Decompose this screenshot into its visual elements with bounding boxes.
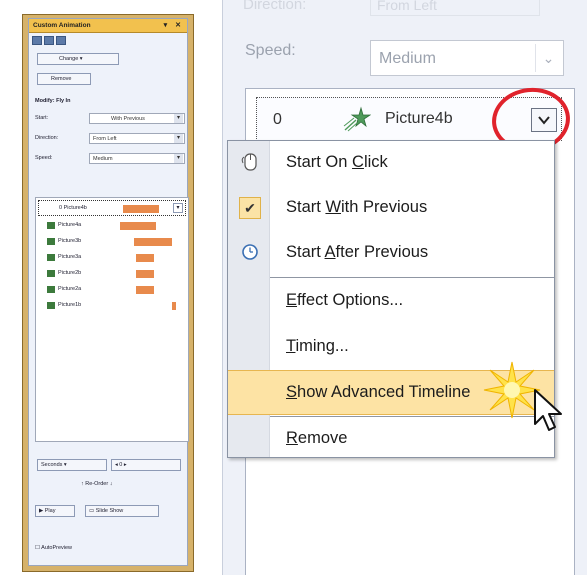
entrance-effect-star-icon — [343, 106, 371, 132]
play-label: Play — [44, 508, 56, 514]
menu-item-label: Remove — [286, 429, 348, 447]
timeline-bar — [136, 270, 154, 278]
seconds-dropdown[interactable]: Seconds ▾ — [37, 459, 107, 471]
forward-icon[interactable] — [44, 36, 54, 45]
list-item-label: Picture4a — [58, 222, 82, 228]
menu-item-remove[interactable]: Remove — [228, 417, 554, 462]
play-button[interactable]: ▶ Play — [35, 505, 75, 517]
timeline-zoom-control[interactable]: ◂ 0 ▸ — [111, 459, 181, 471]
slide-show-label: Slide Show — [95, 508, 124, 514]
checkmark-icon: ✔ — [239, 197, 261, 219]
list-item[interactable]: Picture1b — [36, 298, 188, 314]
pane-close-icon[interactable]: ▾ ✕ — [164, 21, 184, 29]
modify-heading: Modify: Fly In — [35, 98, 71, 104]
list-item-label: Picture3a — [58, 254, 82, 260]
timeline-bar — [136, 286, 154, 294]
start-select[interactable]: With Previous — [89, 113, 185, 124]
animation-list-small: 0 Picture4b ▾ Picture4a Picture3b Pictur… — [35, 197, 189, 442]
pane-toolbar — [29, 33, 187, 47]
menu-item-label: Timing... — [286, 337, 349, 355]
list-item[interactable]: 0 Picture4b ▾ — [38, 200, 186, 216]
item-order-number: 0 — [273, 111, 282, 128]
speed-select-small[interactable]: Medium — [89, 153, 185, 164]
slideshow-icon: ▭ — [89, 508, 95, 514]
picture-icon — [47, 238, 55, 245]
direction-select-faded[interactable]: From Left — [370, 0, 540, 16]
timeline-bar — [136, 254, 154, 262]
autopreview-label: AutoPreview — [41, 545, 73, 551]
speed-value: Medium — [379, 50, 436, 67]
picture-icon — [47, 302, 55, 309]
reorder-up-icon[interactable]: ↑ — [81, 481, 84, 487]
play-icon: ▶ — [39, 508, 44, 514]
speed-label: Speed: — [245, 42, 296, 59]
change-button[interactable]: Change ▾ — [37, 53, 119, 65]
item-name: Picture4b — [385, 110, 453, 127]
picture-icon — [47, 254, 55, 261]
picture-icon — [47, 286, 55, 293]
timeline-bar — [120, 222, 156, 230]
remove-button-label: Remove — [51, 76, 72, 82]
list-item[interactable]: Picture3a — [36, 250, 188, 266]
home-icon[interactable] — [56, 36, 66, 45]
picture-icon — [47, 270, 55, 277]
list-item[interactable]: Picture2b — [36, 266, 188, 282]
menu-item-label: Start On Click — [286, 153, 388, 171]
list-item-label: Picture1b — [58, 302, 82, 308]
autopreview-checkbox[interactable]: ☐ AutoPreview — [35, 545, 72, 551]
speed-value-small: Medium — [93, 156, 113, 162]
menu-item-effect-options[interactable]: Effect Options... — [228, 279, 554, 324]
menu-separator — [270, 277, 554, 278]
clock-icon — [242, 244, 258, 260]
reorder-label: ↑ Re-Order ↓ — [81, 481, 112, 487]
timeline-bar — [172, 302, 176, 310]
speed-label-small: Speed: — [35, 155, 53, 161]
menu-item-label: Start After Previous — [286, 243, 429, 261]
pane-title: Custom Animation — [33, 22, 91, 29]
custom-animation-pane-body: Custom Animation ▾ ✕ Change ▾ Remove Mod… — [28, 18, 189, 566]
custom-animation-pane-thumbnail: Custom Animation ▾ ✕ Change ▾ Remove Mod… — [22, 14, 194, 572]
pane-title-bar: Custom Animation ▾ ✕ — [29, 19, 187, 33]
reorder-down-icon[interactable]: ↓ — [110, 481, 113, 487]
menu-item-label: Effect Options... — [286, 291, 404, 309]
mouse-pointer-icon — [534, 389, 562, 431]
direction-value: From Left — [93, 136, 117, 142]
reorder-text: Re-Order — [85, 481, 109, 487]
direction-label-faded: Direction: — [243, 0, 307, 13]
list-item[interactable]: Picture2a — [36, 282, 188, 298]
list-item[interactable]: Picture4a — [36, 218, 188, 234]
speed-select[interactable]: Medium ⌄ — [370, 40, 564, 76]
chevron-down-icon[interactable]: ⌄ — [535, 44, 561, 72]
chevron-down-icon[interactable]: ▾ — [173, 203, 183, 213]
menu-item-start-with-previous[interactable]: ✔ Start With Previous — [228, 186, 554, 231]
list-item-label: Picture2a — [58, 286, 82, 292]
start-label: Start: — [35, 115, 49, 121]
slide-show-button[interactable]: ▭ Slide Show — [85, 505, 159, 517]
seconds-label: Seconds — [41, 462, 63, 468]
list-item[interactable]: Picture3b — [36, 234, 188, 250]
list-item-label: Picture3b — [58, 238, 82, 244]
list-item-label: Picture2b — [58, 270, 82, 276]
change-button-label: Change — [59, 56, 79, 62]
timeline-bar — [134, 238, 172, 246]
picture-icon — [47, 222, 55, 229]
direction-label: Direction: — [35, 135, 59, 141]
start-value: With Previous — [111, 116, 145, 122]
menu-item-label: Show Advanced Timeline — [286, 383, 471, 401]
menu-item-start-on-click[interactable]: Start On Click — [228, 141, 554, 186]
back-icon[interactable] — [32, 36, 42, 45]
remove-button[interactable]: Remove — [37, 73, 91, 85]
menu-item-label: Start With Previous — [286, 198, 428, 216]
list-item-label: 0 Picture4b — [59, 205, 87, 211]
mouse-icon — [241, 153, 257, 171]
timeline-bar — [123, 205, 159, 213]
direction-select[interactable]: From Left — [89, 133, 185, 144]
menu-item-start-after-previous[interactable]: Start After Previous — [228, 231, 554, 276]
